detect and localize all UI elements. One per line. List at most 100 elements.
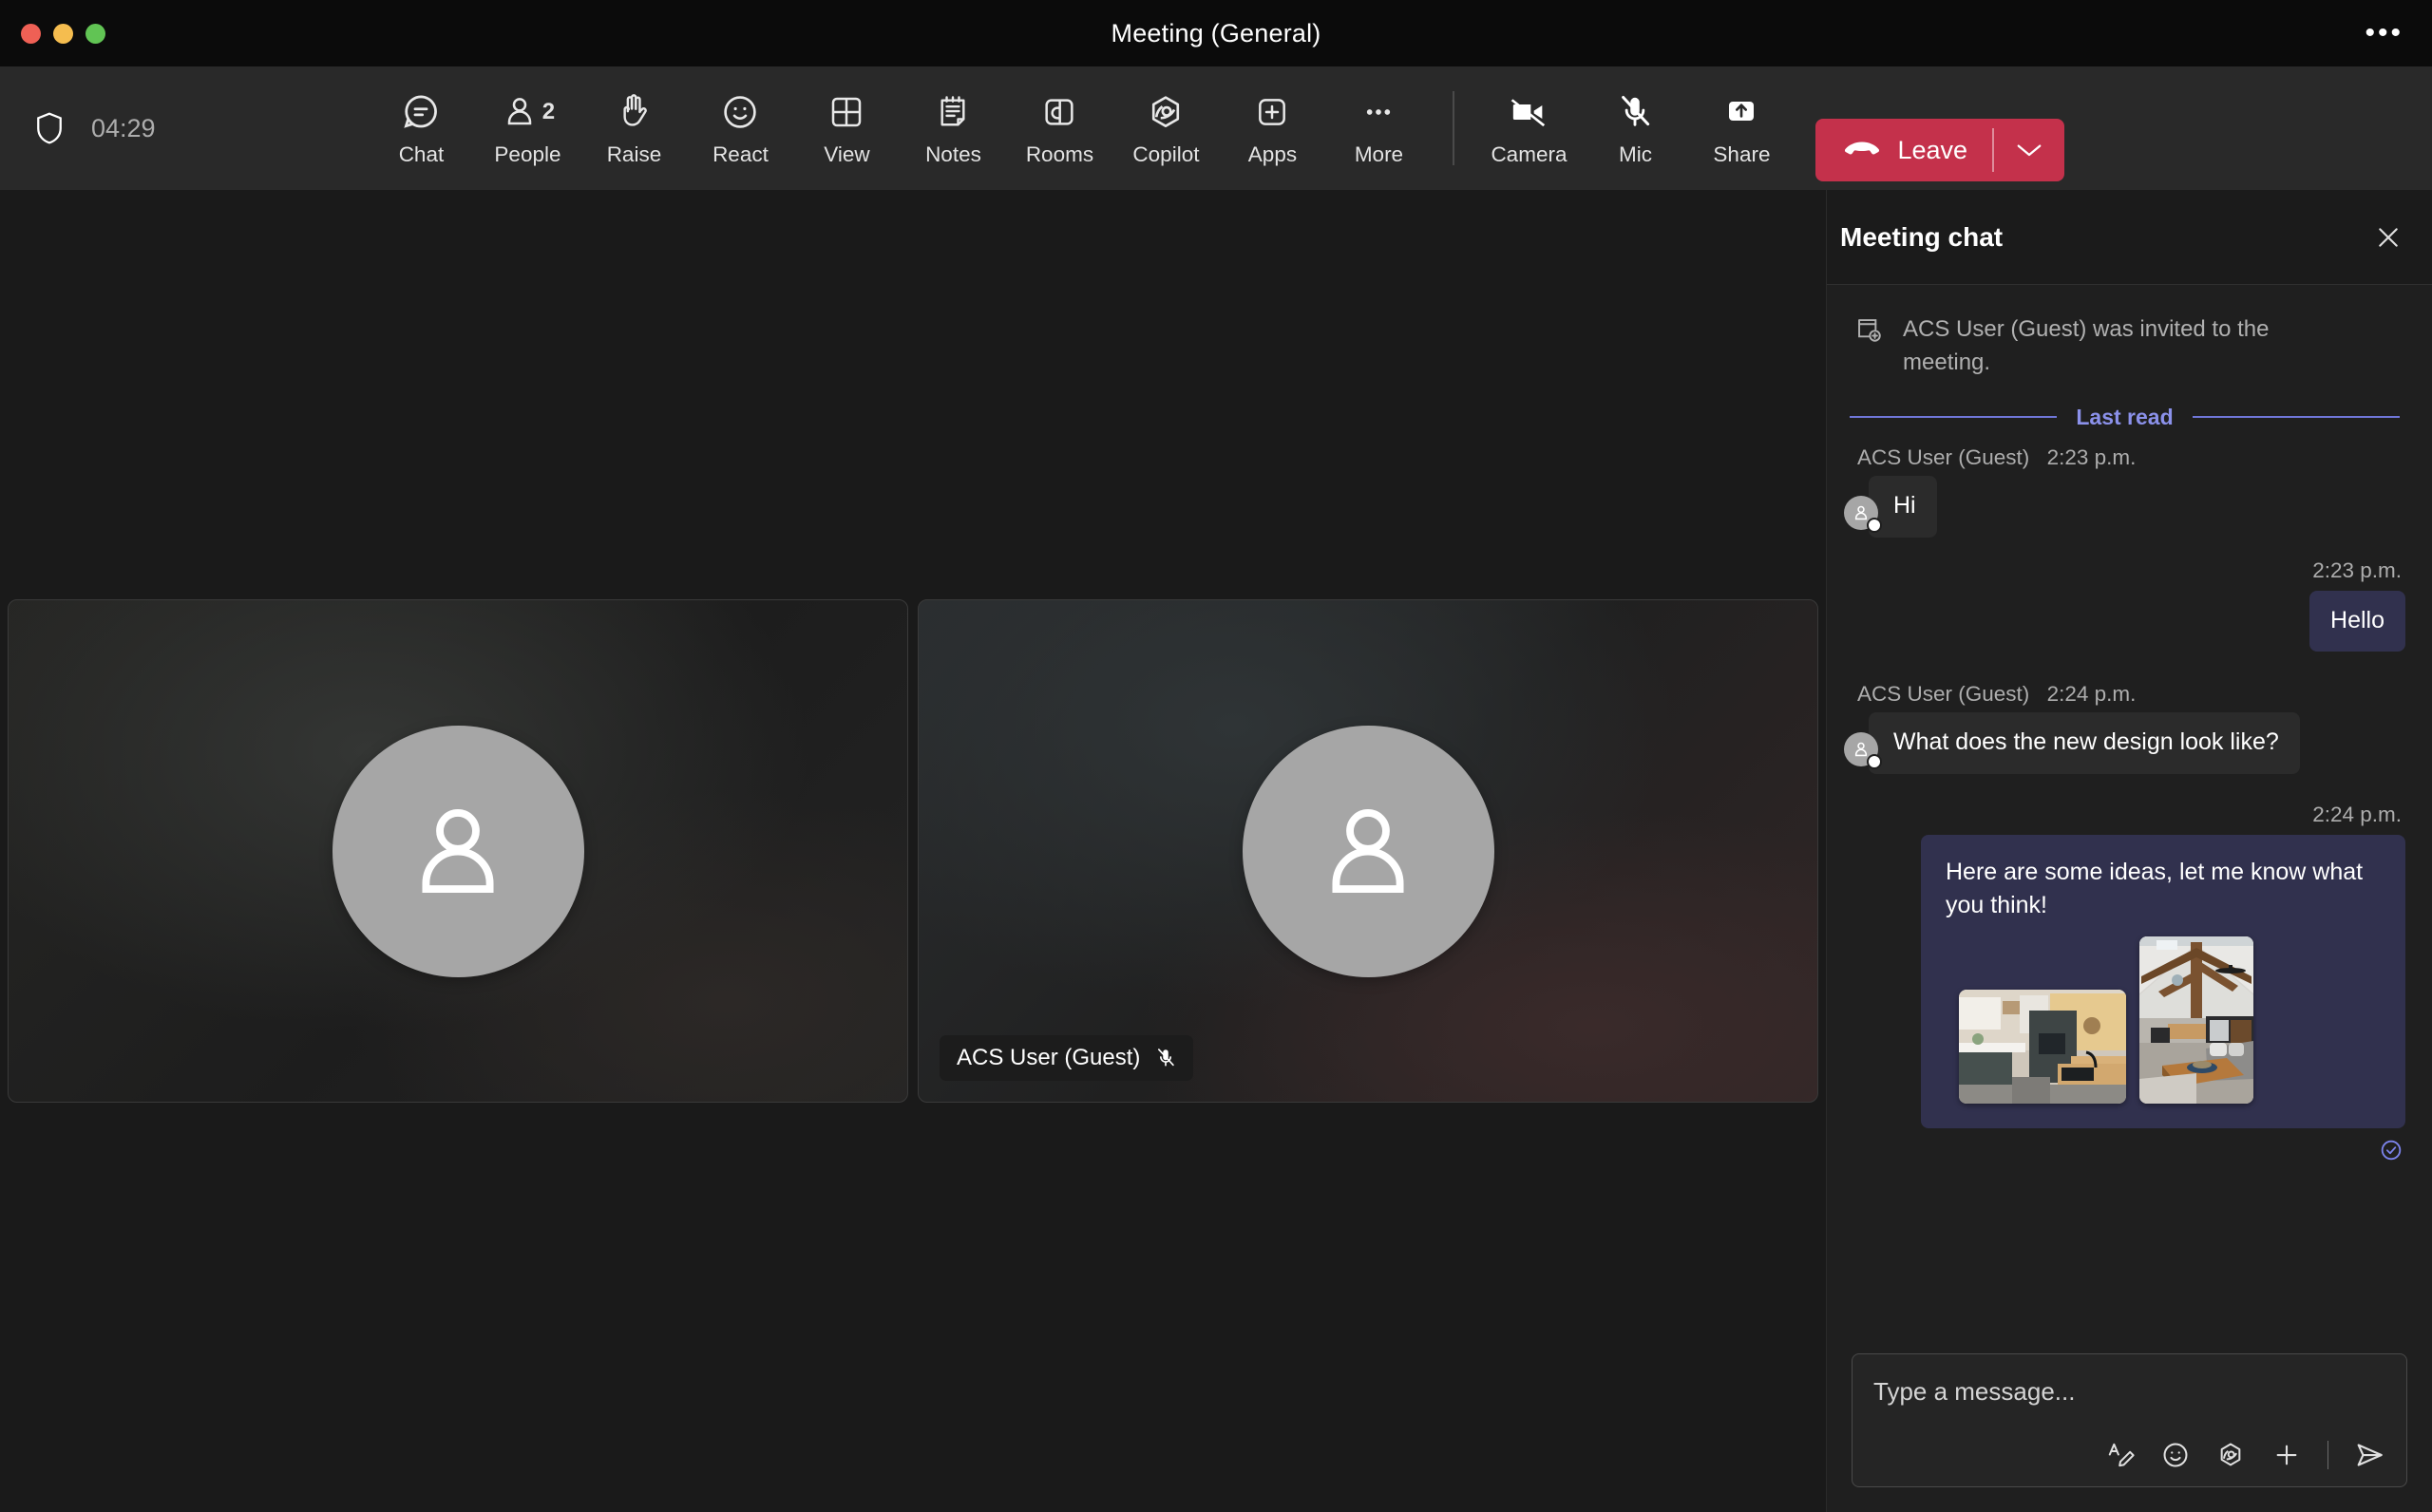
message-timestamp: 2:23 p.m. [2312,558,2402,583]
system-message: ACS User (Guest) was invited to the meet… [1844,308,2405,384]
participant-name: ACS User (Guest) [957,1045,1141,1070]
people-icon [501,93,539,131]
mic-muted-icon [1155,1047,1176,1069]
attach-plus-icon[interactable] [2270,1439,2303,1471]
video-stage: ACS User (Guest) [0,190,1826,1512]
message-text: Here are some ideas, let me know what yo… [1946,859,2364,918]
leave-meeting-button[interactable]: Leave [1815,119,2064,181]
chat-composer[interactable]: Type a message... [1852,1353,2407,1487]
chat-panel-title: Meeting chat [1840,221,2004,252]
toolbar-label-raise: Raise [606,142,662,166]
chat-composer-area: Type a message... [1827,1338,2432,1512]
toolbar-label-rooms: Rooms [1025,142,1094,166]
mic-muted-icon [1617,90,1653,134]
toolbar-button-apps[interactable]: Apps [1219,75,1325,181]
person-avatar-icon [332,725,584,977]
camera-off-icon [1508,90,1549,134]
meeting-chat-panel: Meeting chat ACS User (Guest) was invite… [1826,190,2432,1512]
participant-name-label: ACS User (Guest) [940,1035,1194,1081]
divider-line-left [1850,416,2058,419]
toolbar-label-view: View [824,142,870,166]
video-tile[interactable]: ACS User (Guest) [918,599,1818,1103]
close-icon[interactable] [2373,222,2404,253]
calendar-add-icon [1853,313,1884,346]
chat-message-outgoing: 2:23 p.m. Hello [1844,558,2405,652]
window-title: Meeting (General) [1111,18,1321,47]
video-tile[interactable] [8,599,908,1103]
toolbar-button-react[interactable]: React [687,75,793,181]
toolbar-label-share: Share [1713,142,1771,166]
toolbar-button-rooms[interactable]: Rooms [1006,75,1112,181]
toolbar-label-camera: Camera [1491,142,1568,166]
leave-button-label: Leave [1897,135,1968,164]
toolbar-left-group: 04:29 [0,111,361,145]
toolbar-label-apps: Apps [1247,142,1298,166]
copilot-icon[interactable] [2215,1440,2246,1470]
message-timestamp: 2:23 p.m. [2046,444,2137,469]
toolbar-divider [1453,91,1455,165]
toolbar-button-chat[interactable]: Chat [368,75,474,195]
attachment-thumbnail[interactable] [1959,990,2126,1105]
message-timestamp: 2:24 p.m. [2046,681,2137,706]
divider-line-right [2192,416,2401,419]
toolbar-label-mic: Mic [1618,142,1652,166]
message-input[interactable]: Type a message... [1873,1373,2385,1439]
rooms-icon [1040,90,1078,134]
meeting-timer: 04:29 [91,113,156,142]
message-meta: ACS User (Guest) 2:24 p.m. [1844,682,2405,707]
send-icon[interactable] [2353,1439,2385,1471]
message-attachments [1946,936,2381,1105]
toolbar-button-people[interactable]: 2 People [474,75,580,181]
person-avatar-icon [1242,725,1494,977]
meeting-toolbar: 04:29 Chat 2 People Raise React View Not… [0,66,2432,195]
chevron-down-icon [2015,142,2043,159]
toolbar-button-notes[interactable]: Notes [900,75,1006,181]
message-timestamp: 2:24 p.m. [2312,803,2402,827]
toolbar-button-camera[interactable]: Camera [1475,75,1582,181]
ellipsis-icon[interactable]: ••• [2365,19,2404,47]
window-title-bar: Meeting (General) ••• [0,0,2432,66]
presence-badge [1867,754,1882,770]
people-count-badge: 2 [542,98,556,124]
toolbar-label-people: People [494,142,561,166]
toolbar-label-react: React [712,142,769,166]
composer-divider [2327,1441,2328,1469]
toolbar-button-view[interactable]: View [793,75,900,181]
shield-icon [34,111,65,145]
system-message-text: ACS User (Guest) was invited to the meet… [1903,316,2270,375]
message-bubble: What does the new design look like? [1869,711,2300,775]
format-text-icon[interactable] [2105,1440,2136,1470]
chat-panel-header: Meeting chat [1827,190,2432,285]
toolbar-button-copilot[interactable]: Copilot [1112,75,1219,181]
toolbar-label-more: More [1354,142,1404,166]
toolbar-button-more[interactable]: More [1325,75,1432,181]
toolbar-button-share[interactable]: Share [1688,75,1795,181]
last-read-label: Last read [2076,404,2174,429]
attachment-thumbnail[interactable] [2139,936,2253,1105]
more-ellipsis-icon [1359,90,1397,134]
message-bubble: Here are some ideas, let me know what yo… [1921,835,2405,1129]
chat-icon [400,90,442,134]
chat-message-incoming: ACS User (Guest) 2:23 p.m. Hi [1844,445,2405,539]
raise-hand-icon [615,90,653,134]
message-bubble: Hello [2309,591,2405,652]
avatar [1844,732,1882,770]
chat-message-list[interactable]: ACS User (Guest) was invited to the meet… [1827,285,2432,1338]
leave-options-button[interactable] [1994,119,2064,181]
presence-badge [1867,518,1882,534]
chat-message-outgoing: 2:24 p.m. Here are some ideas, let me kn… [1844,803,2405,1162]
toolbar-button-mic[interactable]: Mic [1582,75,1688,181]
toolbar-label-notes: Notes [925,142,981,166]
notes-icon [934,90,972,134]
share-screen-icon [1722,90,1760,134]
toolbar-label-chat: Chat [398,142,445,166]
meeting-body: ACS User (Guest) Meeting chat ACS User (… [0,190,2432,1512]
composer-toolbar [1873,1439,2385,1475]
message-author: ACS User (Guest) [1857,444,2030,469]
emoji-icon[interactable] [2160,1440,2191,1470]
toolbar-button-raise[interactable]: Raise [580,75,687,181]
message-author: ACS User (Guest) [1857,681,2030,706]
toolbar-label-copilot: Copilot [1132,142,1200,166]
call-end-icon [1844,141,1880,160]
read-receipt-check-icon [2379,1128,2405,1162]
